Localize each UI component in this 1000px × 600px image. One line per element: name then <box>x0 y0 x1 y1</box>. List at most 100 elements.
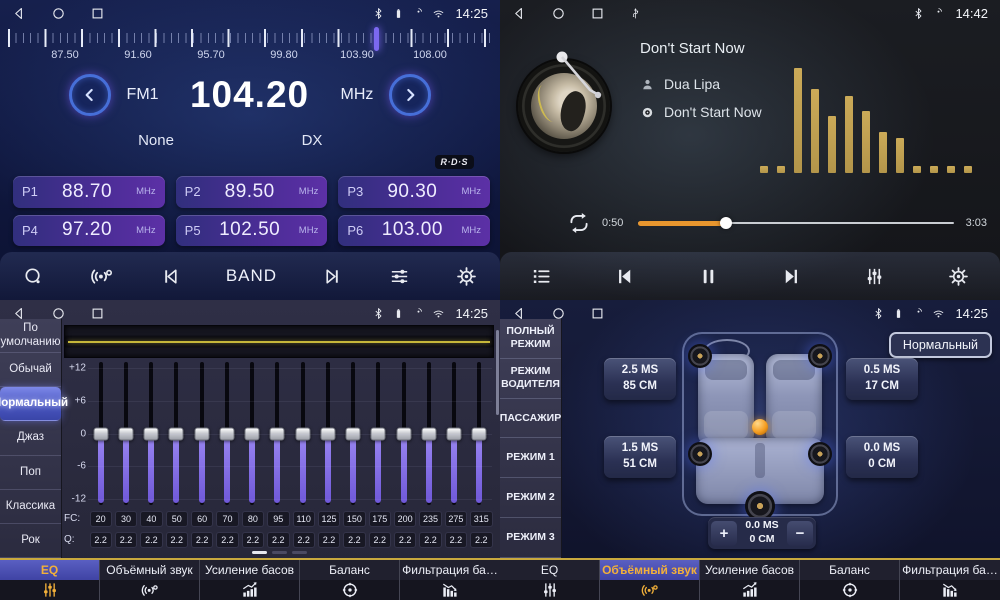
fc-value: 60 <box>191 511 213 527</box>
listening-mode-list: ПОЛНЫЙ РЕЖИМРЕЖИМ ВОДИТЕЛЯПАССАЖИРРЕЖИМ … <box>500 319 562 558</box>
nav-recents-icon[interactable] <box>590 6 605 21</box>
delay-front-right-button[interactable]: 0.5 MS 17 CM <box>846 358 918 400</box>
preset-frequency: 89.50 <box>205 181 295 203</box>
listening-mode-item[interactable]: РЕЖИМ 3 <box>500 518 561 558</box>
radio-preset-p2[interactable]: P289.50MHz <box>176 176 328 208</box>
search-icon[interactable] <box>22 265 45 288</box>
preset-id: P2 <box>185 184 201 199</box>
nav-back-icon[interactable] <box>12 6 27 21</box>
delay-cm: 51 CM <box>623 457 657 473</box>
radio-preset-p1[interactable]: P188.70MHz <box>13 176 165 208</box>
tab-bass-boost[interactable]: Усиление басов <box>200 560 300 600</box>
listening-mode-item[interactable]: РЕЖИМ 1 <box>500 438 561 478</box>
eq-preset-item[interactable]: Нормальный <box>0 387 61 421</box>
preset-frequency: 103.00 <box>367 219 457 241</box>
tab-balance[interactable]: Баланс <box>800 560 900 600</box>
equalizer-icon[interactable] <box>863 265 886 288</box>
chevron-right-icon <box>400 85 420 105</box>
broadcast-icon[interactable] <box>89 263 115 289</box>
tab-eq[interactable]: EQ <box>0 560 100 600</box>
tab-surround[interactable]: Объёмный звук <box>600 560 700 600</box>
repeat-icon[interactable] <box>566 210 592 236</box>
nav-home-icon[interactable] <box>51 6 66 21</box>
sound-tab-bar: EQОбъёмный звукУсиление басовБалансФильт… <box>500 558 1000 600</box>
audio-spectrum <box>760 68 978 173</box>
progress-bar[interactable] <box>638 222 954 224</box>
seek-up-button[interactable] <box>389 74 431 116</box>
profile-badge[interactable]: Нормальный <box>889 332 992 358</box>
listening-mode-item[interactable]: РЕЖИМ ВОДИТЕЛЯ <box>500 359 561 399</box>
seek-down-button[interactable] <box>69 74 111 116</box>
playlist-icon[interactable] <box>530 265 553 288</box>
spectrum-bar <box>930 166 938 173</box>
eq-preset-item[interactable]: Рок <box>0 524 61 558</box>
nav-back-icon[interactable] <box>512 6 527 21</box>
gear-icon[interactable] <box>455 265 478 288</box>
nav-recents-icon[interactable] <box>90 306 105 321</box>
q-value: 2.2 <box>191 532 213 548</box>
eq-curve-panel <box>64 325 494 358</box>
eq-slider-fill <box>173 434 179 504</box>
frequency-scale-label: 103.90 <box>340 49 374 61</box>
decrease-delay-button[interactable]: − <box>787 521 813 546</box>
spectrum-bar <box>828 116 836 173</box>
nav-recents-icon[interactable] <box>90 6 105 21</box>
previous-station-icon[interactable] <box>159 265 182 288</box>
page-dot <box>292 551 307 554</box>
band-button[interactable]: BAND <box>226 266 277 286</box>
elapsed-time: 0:50 <box>602 217 623 229</box>
tab-filter[interactable]: Фильтрация ба… <box>900 560 1000 600</box>
tab-eq[interactable]: EQ <box>500 560 600 600</box>
gear-icon[interactable] <box>947 265 970 288</box>
nav-home-icon[interactable] <box>551 6 566 21</box>
listening-mode-item[interactable]: РЕЖИМ 2 <box>500 478 561 518</box>
previous-track-icon[interactable] <box>613 265 636 288</box>
delay-rear-left-button[interactable]: 1.5 MS 51 CM <box>604 436 676 478</box>
delay-ms: 0.5 MS <box>864 363 900 379</box>
eq-preset-item[interactable]: Поп <box>0 456 61 490</box>
bluetooth-icon <box>372 7 385 20</box>
location-icon <box>932 7 945 20</box>
eq-preset-item[interactable]: Классика <box>0 490 61 524</box>
progress-knob[interactable] <box>720 217 732 229</box>
delay-rear-right-button[interactable]: 0.0 MS 0 CM <box>846 436 918 478</box>
pause-icon[interactable] <box>697 265 720 288</box>
tab-surround[interactable]: Объёмный звук <box>100 560 200 600</box>
nav-recents-icon[interactable] <box>590 306 605 321</box>
song-title: Don't Start Now <box>640 40 745 57</box>
wifi-icon <box>432 307 445 320</box>
eq-gridline <box>88 401 492 402</box>
increase-delay-button[interactable]: + <box>711 521 737 546</box>
eq-preset-item[interactable]: Джаз <box>0 421 61 455</box>
fc-value: 40 <box>140 511 162 527</box>
spectrum-bar <box>811 89 819 173</box>
tab-filter[interactable]: Фильтрация ба… <box>400 560 500 600</box>
tab-surround-icon <box>100 580 199 600</box>
nav-home-icon[interactable] <box>551 306 566 321</box>
q-value: 2.2 <box>115 532 137 548</box>
tab-bass-boost[interactable]: Усиление басов <box>700 560 800 600</box>
nav-home-icon[interactable] <box>51 306 66 321</box>
eq-curve-line <box>68 341 490 343</box>
next-station-icon[interactable] <box>321 265 344 288</box>
scrollbar[interactable] <box>496 330 499 415</box>
next-track-icon[interactable] <box>780 265 803 288</box>
tab-balance[interactable]: Баланс <box>300 560 400 600</box>
tuner-settings-icon[interactable] <box>388 265 411 288</box>
radio-preset-p4[interactable]: P497.20MHz <box>13 215 165 247</box>
favorite-icon[interactable] <box>526 211 549 234</box>
nav-back-icon[interactable] <box>12 306 27 321</box>
frequency-scale[interactable]: 87.5091.6095.7099.80103.90108.00 <box>0 27 500 65</box>
listening-mode-item[interactable]: ПАССАЖИР <box>500 399 561 439</box>
radio-preset-p5[interactable]: P5102.50MHz <box>176 215 328 247</box>
radio-preset-p6[interactable]: P6103.00MHz <box>338 215 490 247</box>
delay-front-left-button[interactable]: 2.5 MS 85 CM <box>604 358 676 400</box>
radio-preset-p3[interactable]: P390.30MHz <box>338 176 490 208</box>
artist-name: Dua Lipa <box>664 76 720 92</box>
q-value: 2.2 <box>267 532 289 548</box>
nav-back-icon[interactable] <box>512 306 527 321</box>
eq-preset-item[interactable]: Обычай <box>0 353 61 387</box>
frequency-scale-label: 108.00 <box>413 49 447 61</box>
eq-scale-label: -12 <box>64 494 86 505</box>
tab-balance-icon <box>800 580 899 600</box>
